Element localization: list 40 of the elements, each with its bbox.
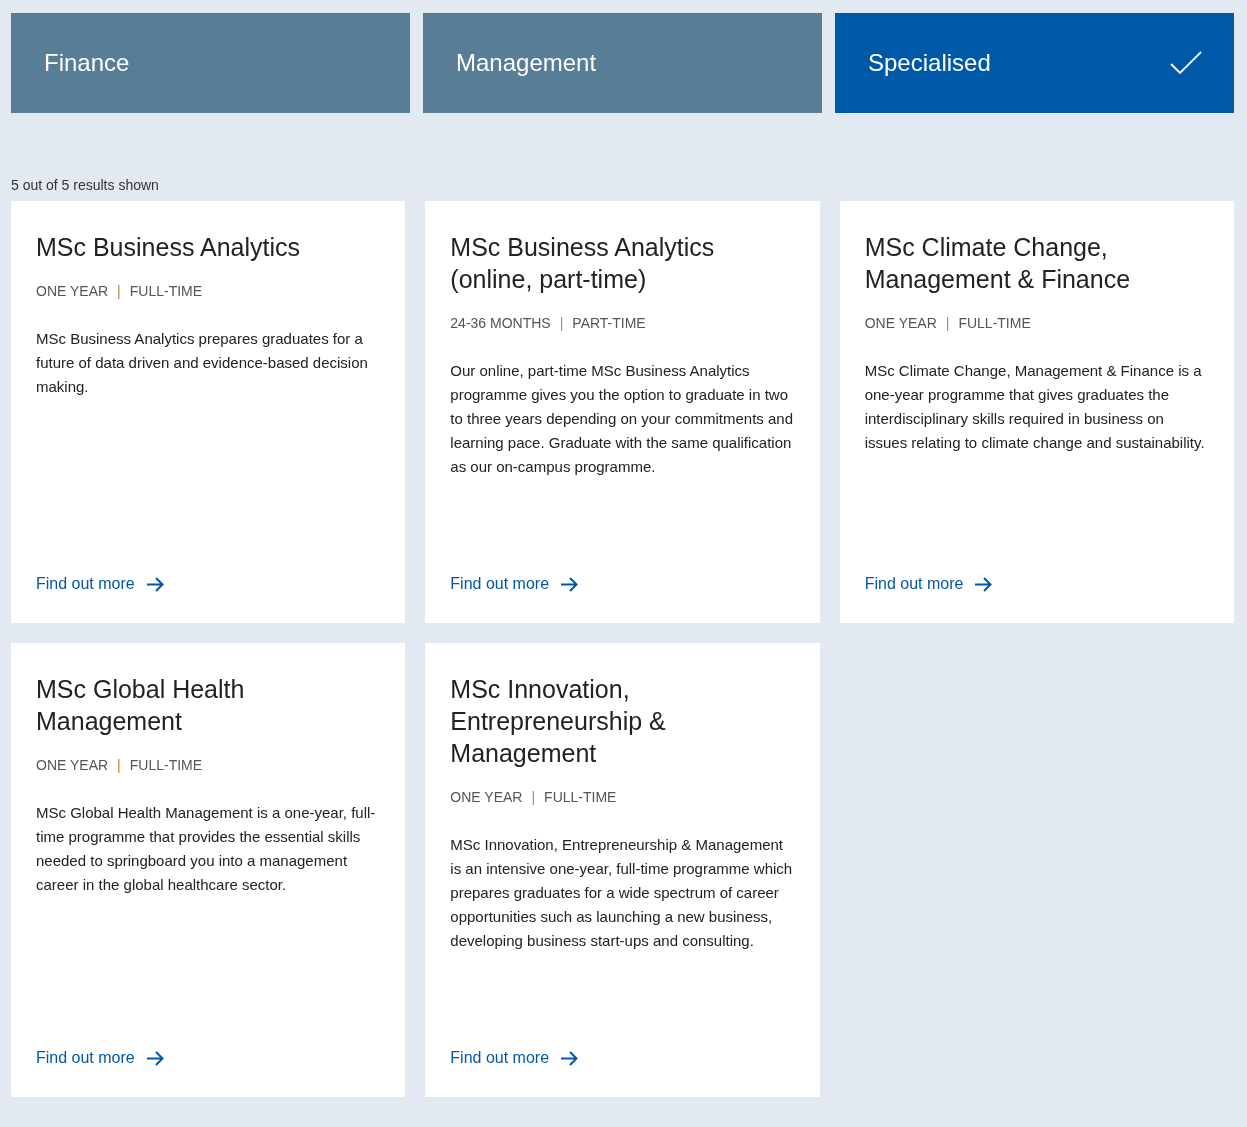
- meta-separator: |: [117, 757, 121, 773]
- course-duration: ONE YEAR: [36, 283, 109, 299]
- meta-separator: |: [945, 315, 950, 331]
- course-description: MSc Climate Change, Management & Finance is a one-year programme that gives graduates the interdisciplinary skills required in business on issues relating to climate change and sustainability.: [864, 361, 1206, 453]
- course-description: MSc Global Health Management is a one-year, full-time programme that provides the essential skills needed to springboard you into a management career in the global healthcare sector.: [36, 803, 377, 895]
- find-out-more-link[interactable]: Find out more: [450, 575, 579, 593]
- find-out-more-link[interactable]: Find out more: [864, 575, 993, 593]
- course-duration: ONE YEAR: [36, 757, 109, 773]
- course-description: Our online, part-time MSc Business Analytics programme gives you the option to graduate in two to three years depending on your commitments and learning pace. Graduate with the same qualification as our on-campus programme.: [450, 361, 795, 477]
- results-count: 5 out of 5 results shown: [11, 177, 160, 193]
- filter-tab[interactable]: Specialised: [835, 13, 1234, 113]
- course-mode: FULL-TIME: [958, 315, 1031, 331]
- course-title: MSc Business Analytics (online, part-time): [450, 232, 716, 295]
- meta-separator: |: [117, 283, 121, 299]
- find-out-more-link[interactable]: Find out more: [450, 1049, 579, 1067]
- meta-separator: |: [559, 315, 564, 331]
- course-title: MSc Business Analytics: [36, 232, 301, 263]
- course-title: MSc Global Health Management: [36, 674, 246, 737]
- filter-tab[interactable]: Finance: [11, 13, 410, 113]
- filter-tab[interactable]: Management: [423, 13, 822, 113]
- course-mode: FULL-TIME: [129, 283, 203, 299]
- find-out-more-link[interactable]: Find out more: [36, 1049, 164, 1067]
- arrow-right-icon: [146, 1050, 164, 1066]
- arrow-right-icon: [146, 576, 164, 592]
- checkmark-icon: [1170, 51, 1202, 75]
- course-mode: FULL-TIME: [129, 757, 203, 773]
- arrow-right-icon: [975, 576, 993, 592]
- course-description: MSc Business Analytics prepares graduates for a future of data driven and evidence-based decision making.: [36, 329, 369, 397]
- arrow-right-icon: [561, 1050, 579, 1066]
- course-mode: PART-TIME: [572, 315, 646, 331]
- meta-separator: |: [531, 789, 536, 805]
- course-duration: 24-36 MONTHS: [450, 315, 551, 331]
- course-mode: FULL-TIME: [544, 789, 617, 805]
- course-description: MSc Innovation, Entrepreneurship & Management is an intensive one-year, full-time programme which prepares graduates for a wide spectrum of career opportunities such as launching a new business, developing business start-ups and consulting.: [450, 835, 794, 951]
- course-title: MSc Climate Change, Management & Finance: [864, 232, 1132, 295]
- course-duration: ONE YEAR: [450, 789, 523, 805]
- course-duration: ONE YEAR: [864, 315, 937, 331]
- course-title: MSc Innovation, Entrepreneurship & Management: [450, 674, 667, 769]
- arrow-right-icon: [561, 576, 579, 592]
- find-out-more-link[interactable]: Find out more: [36, 575, 164, 593]
